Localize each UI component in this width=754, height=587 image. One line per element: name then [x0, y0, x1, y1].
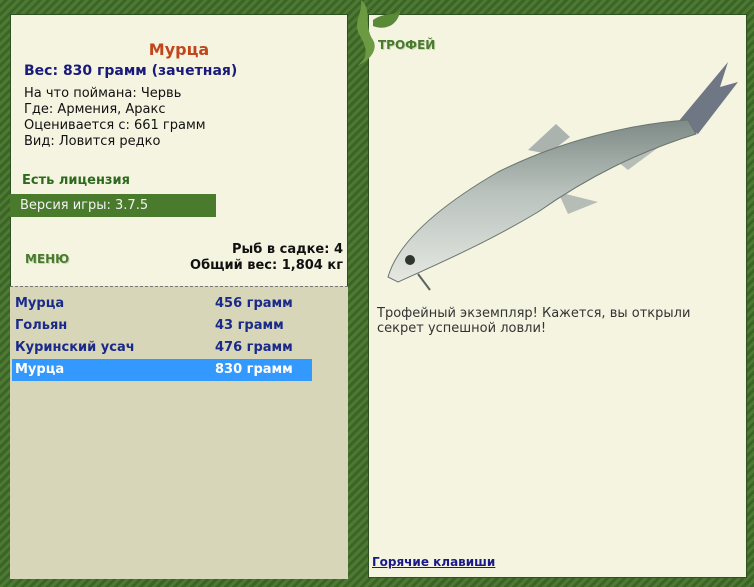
version-bar: Версия игры: 3.7.5: [10, 194, 216, 217]
catch-list: Мурца 456 грамм Гольян 43 грамм Курински…: [10, 286, 348, 579]
fish-bait: На что поймана: Червь: [24, 86, 182, 101]
license-status: Есть лицензия: [22, 173, 130, 188]
trophy-message: Трофейный экземпляр! Кажется, вы открыли…: [377, 306, 691, 336]
fish-rarity: Вид: Ловится редко: [24, 134, 161, 149]
fish-location: Где: Армения, Аракс: [24, 102, 166, 117]
catch-row[interactable]: Мурца 456 грамм: [12, 293, 312, 315]
catch-name: Мурца: [15, 296, 65, 311]
catch-row[interactable]: Гольян 43 грамм: [12, 315, 312, 337]
keepnet-total: Общий вес: 1,804 кг: [190, 258, 343, 273]
fish-eye: [405, 255, 415, 265]
catch-weight: 476 грамм: [215, 340, 293, 355]
catch-name: Гольян: [15, 318, 68, 333]
fish-weight: Вес: 830 грамм (зачетная): [24, 63, 238, 79]
fish-min-weight: Оценивается с: 661 грамм: [24, 118, 206, 133]
fish-info-panel: Мурца Вес: 830 грамм (зачетная) На что п…: [10, 14, 348, 579]
catch-name: Мурца: [15, 362, 65, 377]
keepnet-info: Рыб в садке: 4 Общий вес: 1,804 кг: [190, 242, 343, 274]
fish-barbel: [417, 273, 431, 291]
fish-name: Мурца: [148, 40, 210, 59]
catch-weight: 830 грамм: [215, 362, 293, 377]
leaf-decoration-icon: [357, 0, 401, 65]
catch-weight: 456 грамм: [215, 296, 293, 311]
catch-name: Куринский усач: [15, 340, 135, 355]
keepnet-count: Рыб в садке: 4: [231, 242, 343, 257]
catch-row-selected[interactable]: Мурца 830 грамм: [12, 359, 312, 381]
menu-button[interactable]: МЕНЮ: [25, 252, 69, 266]
trophy-panel: ТРОФЕЙ Трофейный экземпляр! Кажется, вы …: [368, 14, 747, 578]
hotkeys-link[interactable]: Горячие клавиши: [372, 555, 495, 569]
fish-image: [387, 62, 738, 291]
catch-weight: 43 грамм: [215, 318, 284, 333]
catch-row[interactable]: Куринский усач 476 грамм: [12, 337, 312, 359]
